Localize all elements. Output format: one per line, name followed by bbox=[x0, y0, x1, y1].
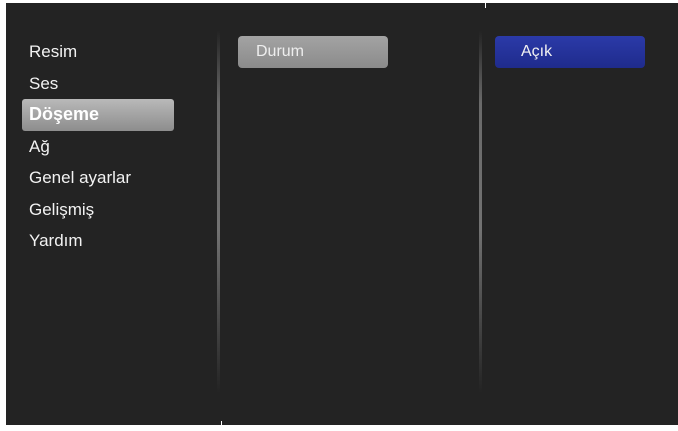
main-menu: Resim Ses Döşeme Ağ Genel ayarlar Gelişm… bbox=[22, 36, 174, 257]
setting-durum[interactable]: Durum bbox=[238, 36, 388, 68]
menu-item-resim[interactable]: Resim bbox=[22, 36, 174, 68]
bottom-edge-tick bbox=[221, 421, 222, 425]
menu-item-ag[interactable]: Ağ bbox=[22, 131, 174, 163]
value-option-acik[interactable]: Açık bbox=[495, 36, 645, 68]
menu-item-yardim[interactable]: Yardım bbox=[22, 225, 174, 257]
osd-menu-screen: Resim Ses Döşeme Ağ Genel ayarlar Gelişm… bbox=[6, 3, 678, 425]
menu-item-genel-ayarlar[interactable]: Genel ayarlar bbox=[22, 162, 174, 194]
top-edge-tick bbox=[485, 3, 486, 8]
column-divider-right bbox=[479, 31, 482, 393]
menu-item-ses[interactable]: Ses bbox=[22, 68, 174, 100]
menu-item-doseme[interactable]: Döşeme bbox=[22, 99, 174, 131]
column-divider-left bbox=[217, 31, 220, 393]
menu-item-gelismis[interactable]: Gelişmiş bbox=[22, 194, 174, 226]
